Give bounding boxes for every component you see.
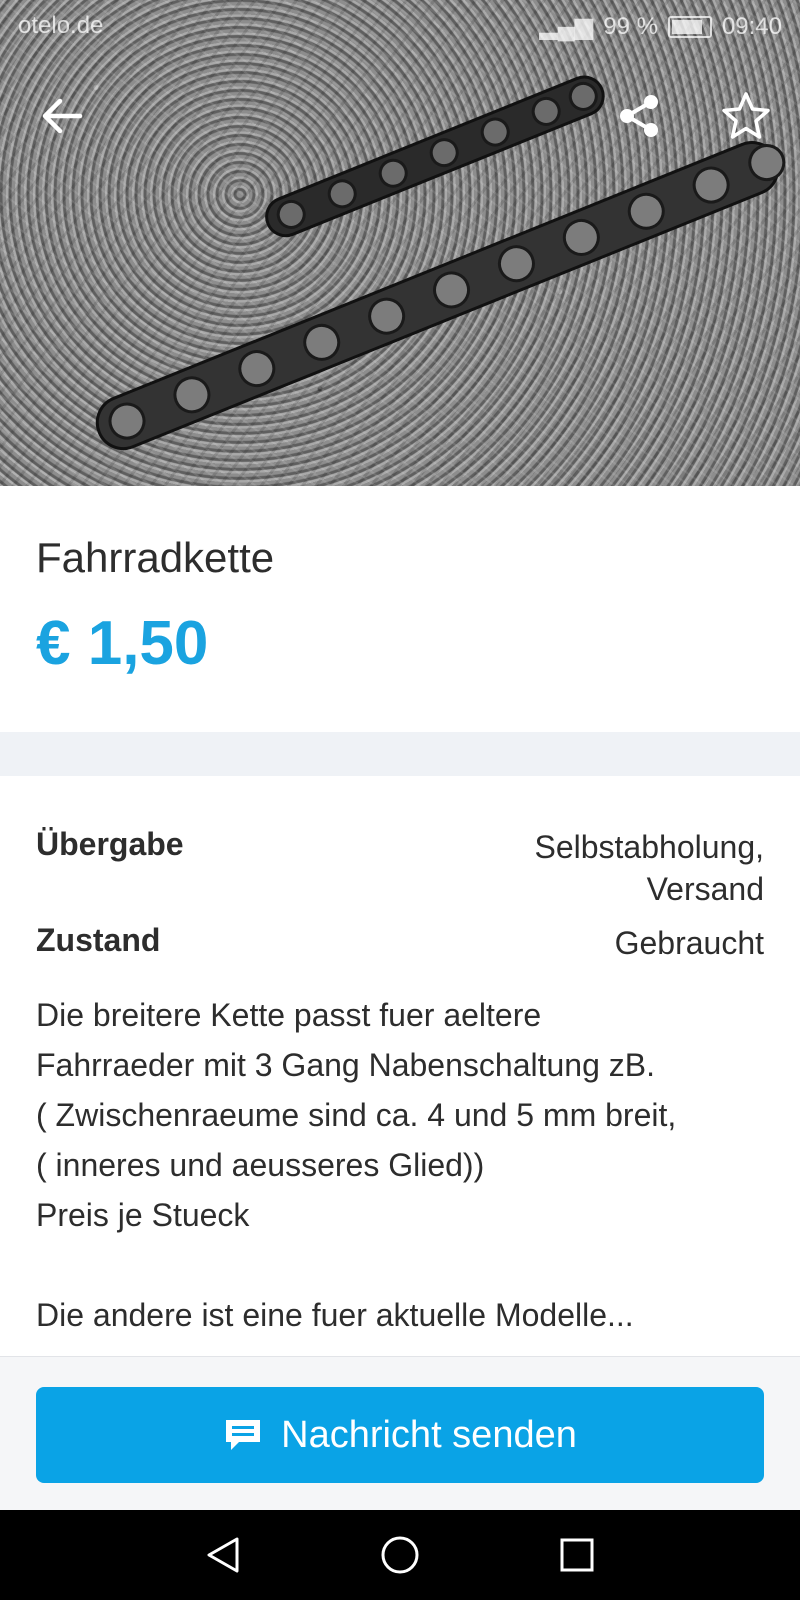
back-button[interactable]: [32, 86, 92, 146]
status-indicators: ▂▄▆ 99 % 09:40: [539, 12, 782, 41]
detail-value-uebergabe: Selbstabholung, Versand: [534, 826, 764, 910]
listing-title: Fahrradkette: [36, 534, 275, 581]
description-line: ( inneres und aeusseres Glied)): [36, 1147, 485, 1183]
action-bar: Nachricht senden: [0, 1356, 800, 1511]
description-line: Fahrraeder mit 3 Gang Nabenschaltung zB.: [36, 1047, 655, 1083]
detail-row-uebergabe: Übergabe Selbstabholung, Versand: [36, 826, 764, 916]
detail-value-zustand: Gebraucht: [614, 925, 764, 961]
description-line: ( Zwischenraeume sind ca. 4 und 5 mm bre…: [36, 1097, 677, 1133]
detail-row-zustand: Zustand Gebraucht: [36, 922, 764, 972]
signal-icon: ▂▄▆: [539, 13, 594, 40]
share-button[interactable]: [610, 86, 670, 146]
listing-photo[interactable]: otelo.de ▂▄▆ 99 % 09:40: [0, 0, 800, 486]
detail-value-uebergabe-line2: Versand: [646, 871, 764, 907]
arrow-left-icon: [42, 98, 83, 134]
chat-bubble-icon: [226, 1420, 261, 1450]
detail-label-uebergabe: Übergabe: [36, 826, 184, 862]
nav-home-button[interactable]: [375, 1530, 425, 1580]
description-line: Preis je Stueck: [36, 1197, 250, 1233]
clock: 09:40: [721, 12, 782, 40]
bike-chain-photo: [95, 75, 786, 451]
nav-back-button[interactable]: [198, 1530, 248, 1580]
listing-price: € 1,50: [36, 609, 209, 678]
share-icon: [620, 95, 658, 137]
section-divider: [0, 732, 800, 776]
status-bar: otelo.de ▂▄▆ 99 % 09:40: [0, 0, 800, 50]
listing-description: Die breitere Kette passt fuer aeltere Fa…: [36, 990, 776, 1340]
description-line: Die andere ist eine fuer aktuelle Modell…: [36, 1297, 634, 1333]
send-message-button[interactable]: Nachricht senden: [36, 1387, 764, 1483]
send-message-label: Nachricht senden: [281, 1413, 577, 1456]
favorite-button[interactable]: [716, 86, 776, 146]
carrier-label: otelo.de: [18, 12, 104, 39]
description-line: Die breitere Kette passt fuer aeltere: [36, 997, 542, 1033]
detail-label-zustand: Zustand: [36, 922, 161, 958]
battery-percent: 99 %: [603, 12, 658, 40]
square-recents-icon: [560, 1538, 594, 1572]
detail-value-uebergabe-line1: Selbstabholung,: [534, 829, 764, 865]
star-outline-icon: [722, 92, 770, 139]
nav-recents-button[interactable]: [552, 1530, 602, 1580]
system-navigation-bar: [0, 1510, 800, 1600]
battery-icon: [667, 15, 712, 38]
triangle-back-icon: [207, 1537, 239, 1573]
circle-home-icon: [381, 1536, 419, 1574]
